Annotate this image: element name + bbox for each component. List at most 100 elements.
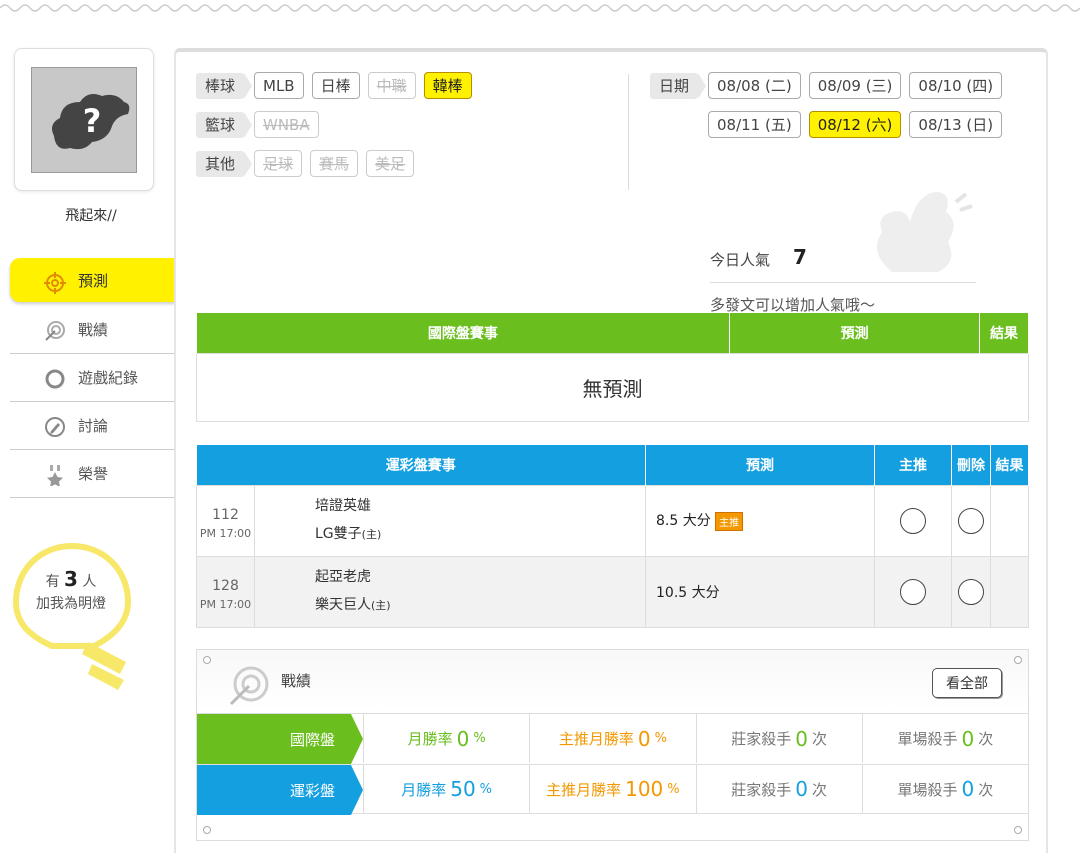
view-all-button[interactable]: 看全部 — [932, 668, 1002, 698]
lamp-count: 有 3 人 加我為明燈 — [14, 568, 128, 615]
ring-icon — [45, 369, 65, 389]
game-num: 128 — [212, 577, 239, 594]
lightbulb-icon — [12, 542, 132, 690]
teams: 起亞老虎 樂天巨人(主) — [254, 555, 646, 628]
stat-label: 莊家殺手 — [731, 780, 792, 799]
home-marker: (主) — [371, 599, 391, 612]
game-time: PM 17:00 — [199, 597, 252, 611]
stat-featured-win-rate: 主推月勝率 0% — [529, 714, 695, 763]
medal-icon — [47, 465, 63, 486]
stat-unit: % — [479, 781, 493, 797]
chip-cpbl: 中職 — [367, 72, 416, 99]
stats-row-label: 運彩盤 — [197, 765, 363, 815]
prediction-value: 8.5 大分 — [656, 513, 711, 530]
stats-panel: 戰績 看全部 國際盤 月勝率 0% 主推月勝率 0% 莊家殺手 0 次 單場殺手 0 次 運… — [196, 649, 1029, 841]
delete-radio[interactable] — [958, 578, 984, 605]
stat-value: 0 — [795, 777, 808, 801]
chip-wnba: WNBA — [254, 111, 319, 138]
filter-other: 其他 足球 賽馬 美足 — [196, 150, 422, 177]
lamp-line2: 加我為明燈 — [36, 596, 106, 612]
stat-bookmaker-killer: 莊家殺手 0 次 — [695, 714, 862, 763]
prediction: 8.5 大分 主推 — [645, 484, 875, 557]
record-target-icon — [229, 666, 269, 706]
corner-dot — [1014, 656, 1022, 664]
stat-unit: % — [654, 731, 667, 746]
nav-label: 討論 — [78, 417, 109, 435]
date-chip[interactable]: 08/13 (日) — [909, 111, 1003, 138]
home-marker: (主) — [361, 528, 382, 541]
chip-american-football: 美足 — [366, 150, 415, 177]
game-time: PM 17:00 — [199, 526, 252, 540]
date-chip[interactable]: 08/11 (五) — [708, 111, 801, 138]
nav-item-honor[interactable]: 榮譽 — [10, 450, 174, 498]
stats-row-sports: 運彩盤 月勝率 50% 主推月勝率 100% 莊家殺手 0 次 單場殺手 0 次 — [197, 764, 1028, 815]
popularity-hint: 多發文可以增加人氣哦～ — [710, 296, 876, 314]
column-header: 運彩盤賽事 — [196, 445, 646, 485]
chip-horse-racing: 賽馬 — [310, 150, 359, 177]
delete-cell — [951, 555, 991, 628]
chip-npb[interactable]: 日棒 — [311, 72, 360, 99]
table-row: 128 PM 17:00 起亞老虎 樂天巨人(主) 10.5 大分 — [196, 555, 1029, 628]
date-row-2: 08/11 (五) 08/12 (六) 08/13 (日) — [708, 111, 1010, 138]
stats-row-intl: 國際盤 月勝率 0% 主推月勝率 0% 莊家殺手 0 次 單場殺手 0 次 — [197, 713, 1028, 764]
stat-monthly-win-rate: 月勝率 50% — [363, 765, 529, 813]
stat-unit: 次 — [978, 730, 994, 748]
game-num: 112 — [212, 506, 239, 523]
stat-single-killer: 單場殺手 0 次 — [861, 714, 1028, 763]
delete-cell — [951, 484, 991, 557]
game-number: 128 PM 17:00 — [196, 555, 255, 628]
column-header: 結果 — [979, 313, 1029, 353]
column-header: 主推 — [874, 445, 952, 485]
game-number: 112 PM 17:00 — [196, 484, 255, 557]
lamp-suffix: 人 — [82, 574, 97, 590]
stat-value: 0 — [795, 726, 808, 751]
stat-unit: 次 — [811, 730, 827, 748]
column-header: 國際盤賽事 — [196, 313, 731, 353]
svg-text:?: ? — [83, 102, 102, 140]
stat-unit: % — [473, 731, 486, 746]
featured-radio[interactable] — [900, 507, 926, 534]
nav-item-predict[interactable]: 預測 — [10, 258, 196, 302]
stat-label: 主推月勝率 — [546, 780, 622, 799]
stat-unit: % — [667, 781, 680, 797]
home-team: LG雙子 — [315, 526, 362, 542]
chip-soccer: 足球 — [254, 150, 303, 177]
sidebar-nav: 預測 戰績 遊戲紀錄 討論 榮譽 — [10, 258, 196, 498]
date-chip[interactable]: 08/08 (二) — [708, 72, 801, 99]
stat-unit: 次 — [811, 780, 827, 799]
stat-label: 月勝率 — [407, 730, 453, 748]
column-header: 結果 — [990, 445, 1029, 485]
table-row: 112 PM 17:00 培證英雄 LG雙子(主) 8.5 大分 主推 — [196, 484, 1029, 557]
featured-radio[interactable] — [900, 578, 926, 605]
mascot-watermark-icon — [876, 192, 973, 272]
filter-label: 籃球 — [196, 111, 252, 138]
stat-monthly-win-rate: 月勝率 0% — [363, 714, 529, 763]
date-chip[interactable]: 08/10 (四) — [909, 72, 1003, 99]
away-team: 培證英雄 — [315, 498, 371, 514]
filter-label: 其他 — [196, 150, 252, 177]
stat-value: 0 — [961, 726, 975, 751]
featured-badge: 主推 — [715, 511, 744, 531]
date-chip-selected[interactable]: 08/12 (六) — [808, 111, 902, 138]
nav-item-record[interactable]: 戰績 — [10, 306, 174, 354]
popularity-label: 今日人氣 — [710, 251, 771, 269]
stat-featured-win-rate: 主推月勝率 100% — [529, 765, 695, 813]
column-header: 預測 — [729, 313, 981, 353]
top-wavy-border — [0, 4, 1080, 12]
avatar-frame: ? — [14, 48, 154, 191]
stat-value: 100 — [625, 777, 664, 801]
filter-baseball: 棒球 MLB 日棒 中職 韓棒 — [196, 72, 480, 99]
prediction-value: 10.5 大分 — [656, 584, 720, 601]
chip-kbo[interactable]: 韓棒 — [423, 72, 472, 99]
empty-state: 無預測 — [196, 352, 1029, 422]
avatar[interactable]: ? — [31, 67, 137, 173]
nav-item-game-log[interactable]: 遊戲紀錄 — [10, 354, 174, 402]
date-chip[interactable]: 08/09 (三) — [808, 72, 902, 99]
nav-label: 遊戲紀錄 — [78, 369, 139, 387]
chip-mlb[interactable]: MLB — [254, 72, 304, 99]
delete-radio[interactable] — [958, 507, 984, 534]
stat-label: 月勝率 — [401, 780, 447, 799]
nav-item-discuss[interactable]: 討論 — [10, 402, 174, 450]
stat-value: 0 — [456, 726, 470, 751]
target-icon — [44, 272, 66, 294]
